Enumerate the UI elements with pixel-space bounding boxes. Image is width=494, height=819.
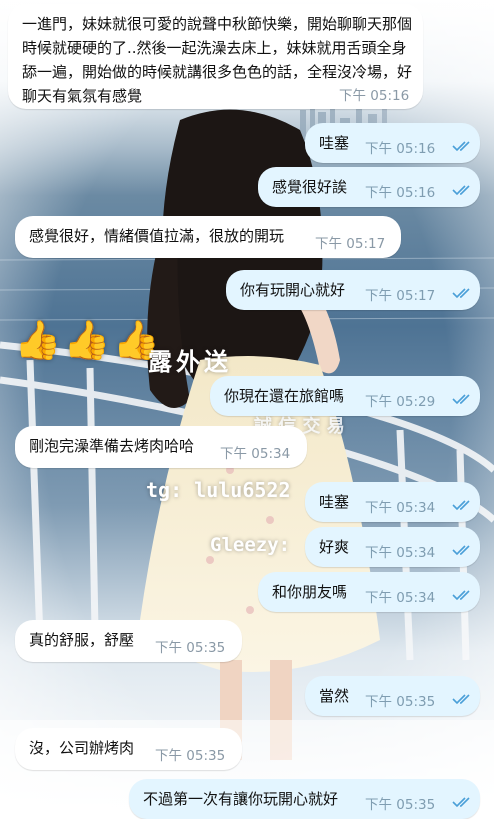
read-ticks-icon <box>452 590 470 601</box>
message-timestamp: 下午 05:16 <box>339 88 410 104</box>
telegram-watermark: tg: lulu6522 <box>146 478 291 502</box>
gleezy-watermark: Gleezy: <box>210 534 291 556</box>
message-bubble-incoming[interactable]: 感覺很好，情緒價值拉滿，很放的開玩 下午 05:17 <box>15 216 401 258</box>
thumbs-emoji-row: 👍👍👍 <box>14 318 162 363</box>
message-bubble-outgoing[interactable]: 你現在還在旅館嗎 下午 05:29 <box>210 376 480 416</box>
message-text: 好爽 <box>319 538 350 556</box>
message-text: 沒，公司辦烤肉 <box>29 739 135 757</box>
message-timestamp: 下午 05:34 <box>365 500 436 516</box>
thumbs-up-icon: 👍 <box>63 318 113 362</box>
message-timestamp: 下午 05:35 <box>365 797 436 813</box>
message-timestamp: 下午 05:16 <box>365 141 436 157</box>
message-timestamp: 下午 05:17 <box>315 236 386 252</box>
brand-watermark: 露外送 <box>148 348 232 376</box>
message-timestamp: 下午 05:34 <box>365 545 436 561</box>
message-text: 哇塞 <box>319 134 350 152</box>
message-bubble-outgoing[interactable]: 你有玩開心就好 下午 05:17 <box>226 270 480 310</box>
message-bubble-incoming[interactable]: 真的舒服，舒壓 下午 05:35 <box>15 620 242 662</box>
message-bubble-outgoing[interactable]: 和你朋友嗎 下午 05:34 <box>258 572 480 612</box>
message-text: 不過第一次有讓你玩開心就好 <box>143 790 339 808</box>
read-ticks-icon <box>452 394 470 405</box>
thumbs-up-icon: 👍 <box>14 318 64 362</box>
message-timestamp: 下午 05:34 <box>365 590 436 606</box>
message-bubble-outgoing[interactable]: 感覺很好誒 下午 05:16 <box>258 167 480 207</box>
message-bubble-incoming[interactable]: 剛泡完澡準備去烤肉哈哈 下午 05:34 <box>15 426 307 468</box>
message-text: 剛泡完澡準備去烤肉哈哈 <box>29 437 195 455</box>
read-ticks-icon <box>452 185 470 196</box>
message-text: 哇塞 <box>319 493 350 511</box>
message-bubble-outgoing[interactable]: 好爽 下午 05:34 <box>305 527 480 567</box>
message-timestamp: 下午 05:34 <box>220 446 291 462</box>
read-ticks-icon <box>452 288 470 299</box>
read-ticks-icon <box>452 797 470 808</box>
message-timestamp: 下午 05:29 <box>365 394 436 410</box>
message-timestamp: 下午 05:35 <box>155 640 226 656</box>
message-bubble-outgoing[interactable]: 當然 下午 05:35 <box>305 676 480 716</box>
message-timestamp: 下午 05:16 <box>365 185 436 201</box>
message-bubble-incoming[interactable]: 沒，公司辦烤肉 下午 05:35 <box>15 728 242 770</box>
message-timestamp: 下午 05:35 <box>365 694 436 710</box>
message-bubble-outgoing[interactable]: 哇塞 下午 05:34 <box>305 482 480 522</box>
message-text: 你現在還在旅館嗎 <box>224 387 345 405</box>
read-ticks-icon <box>452 500 470 511</box>
message-text: 感覺很好，情緒價值拉滿，很放的開玩 <box>29 227 285 245</box>
read-ticks-icon <box>452 545 470 556</box>
message-bubble-outgoing[interactable]: 不過第一次有讓你玩開心就好 下午 05:35 <box>129 779 480 819</box>
message-timestamp: 下午 05:35 <box>155 748 226 764</box>
message-text: 真的舒服，舒壓 <box>29 631 135 649</box>
message-timestamp: 下午 05:17 <box>365 288 436 304</box>
message-text: 當然 <box>319 687 350 705</box>
message-text: 感覺很好誒 <box>272 178 348 196</box>
message-text: 你有玩開心就好 <box>240 281 346 299</box>
read-ticks-icon <box>452 141 470 152</box>
message-bubble-outgoing[interactable]: 哇塞 下午 05:16 <box>305 123 480 163</box>
message-bubble-incoming[interactable]: 一進門，妹妹就很可愛的說聲中秋節快樂，開始聊聊天那個時候就硬硬的了..然後一起洗… <box>8 4 423 109</box>
read-ticks-icon <box>452 694 470 705</box>
message-text: 和你朋友嗎 <box>272 583 348 601</box>
